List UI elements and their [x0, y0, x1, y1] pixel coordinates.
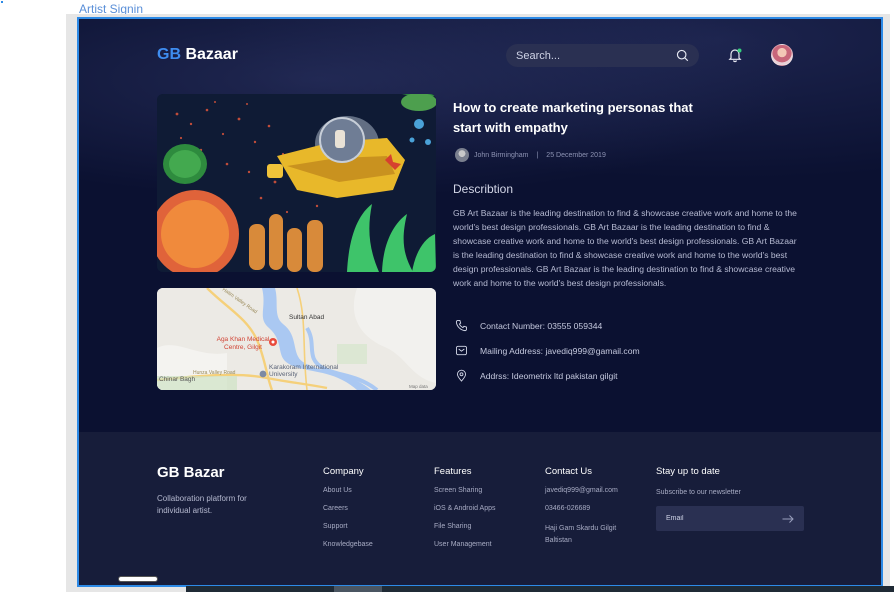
site-footer: GB Bazar Collaboration platform for indi…	[79, 432, 881, 585]
map-label: Aga Khan Medical Centre, Gilgit	[216, 336, 270, 351]
footer-link-file-sharing[interactable]: File Sharing	[434, 523, 495, 530]
footer-contact-email[interactable]: javediq999@gmail.com	[545, 487, 625, 494]
location-pin-icon	[456, 369, 467, 382]
scrollbar-thumb[interactable]	[334, 586, 382, 592]
contact-address-text: Addrss: Ideometrix ltd pakistan gilgit	[480, 370, 618, 381]
author-avatar	[455, 148, 469, 162]
newsletter-form	[656, 506, 804, 531]
description-heading: Describtion	[453, 182, 514, 196]
artboard-frame: GB Bazaar Search... Sultan Abad Aga Khan…	[77, 17, 883, 587]
contact-phone[interactable]: Contact Number: 03555 059344	[455, 319, 602, 332]
contact-email-text: Mailing Address: javediq999@gamail.com	[480, 345, 640, 356]
search-bar[interactable]	[506, 44, 699, 67]
footer-contact-column: Contact Us javediq999@gmail.com 03466-02…	[545, 466, 625, 558]
footer-company-heading: Company	[323, 466, 364, 477]
post-artwork-image	[157, 94, 436, 272]
map-label: Hunza Valley Road	[193, 370, 236, 376]
site-logo[interactable]: GB Bazaar	[157, 46, 238, 64]
map-label: Chinar Bagh	[159, 376, 196, 383]
footer-contact-heading: Contact Us	[545, 466, 592, 477]
contact-phone-text: Contact Number: 03555 059344	[480, 320, 603, 331]
location-map[interactable]: Sultan Abad Aga Khan Medical Centre, Gil…	[157, 288, 436, 390]
footer-brand[interactable]: GB Bazar	[157, 464, 225, 481]
footer-newsletter-heading: Stay up to date	[656, 466, 720, 477]
map-label: Sultan Abad	[289, 314, 325, 321]
arrow-right-icon[interactable]	[782, 514, 794, 524]
contact-email[interactable]: Mailing Address: javediq999@gamail.com	[455, 344, 640, 357]
search-input[interactable]	[516, 49, 666, 62]
footer-contact-phone[interactable]: 03466-026689	[545, 505, 625, 512]
post-title: How to create marketing personas that st…	[453, 100, 693, 135]
footer-link-about[interactable]: About Us	[323, 487, 373, 494]
map-label: Karakoram International University	[269, 364, 339, 378]
meta-separator: |	[536, 151, 539, 159]
footer-link-screen-sharing[interactable]: Screen Sharing	[434, 487, 495, 494]
footer-tagline: Collaboration platform for individual ar…	[157, 494, 247, 515]
footer-contact-address: Haji Gam Skardu Gilgit Baltistan	[545, 525, 617, 544]
notification-bell-icon[interactable]	[727, 47, 743, 63]
footer-company-column: Company About Us Careers Support Knowled…	[323, 466, 373, 559]
footer-features-heading: Features	[434, 466, 472, 477]
footer-newsletter-subtitle: Subscribe to our newsletter	[656, 489, 741, 496]
scroll-handle[interactable]	[118, 576, 158, 582]
post-date: 25 December 2019	[546, 151, 606, 159]
logo-prefix: GB	[157, 46, 181, 63]
user-avatar[interactable]	[771, 44, 793, 66]
artboard-label[interactable]: Artist Signin	[79, 2, 143, 14]
bottom-scrollbar[interactable]	[186, 586, 894, 592]
post-meta: John Birmingham | 25 December 2019	[455, 148, 606, 162]
author-name[interactable]: John Birmingham	[474, 152, 528, 159]
footer-newsletter-column: Stay up to date Subscribe to our newslet…	[656, 466, 796, 510]
mail-icon	[456, 345, 467, 356]
logo-suffix: Bazaar	[181, 46, 238, 63]
footer-features-column: Features Screen Sharing iOS & Android Ap…	[434, 466, 495, 559]
description-text: GB Art Bazaar is the leading destination…	[453, 208, 797, 288]
footer-link-apps[interactable]: iOS & Android Apps	[434, 505, 495, 512]
footer-link-knowledgebase[interactable]: Knowledgebase	[323, 541, 373, 548]
footer-link-user-management[interactable]: User Management	[434, 541, 495, 548]
search-icon[interactable]	[676, 49, 689, 62]
canvas-marker	[1, 1, 3, 3]
footer-link-support[interactable]: Support	[323, 523, 373, 530]
newsletter-email-input[interactable]	[666, 515, 776, 522]
footer-link-careers[interactable]: Careers	[323, 505, 373, 512]
phone-icon	[455, 320, 467, 332]
contact-address[interactable]: Addrss: Ideometrix ltd pakistan gilgit	[455, 369, 618, 382]
map-attribution: Map data	[409, 384, 428, 389]
